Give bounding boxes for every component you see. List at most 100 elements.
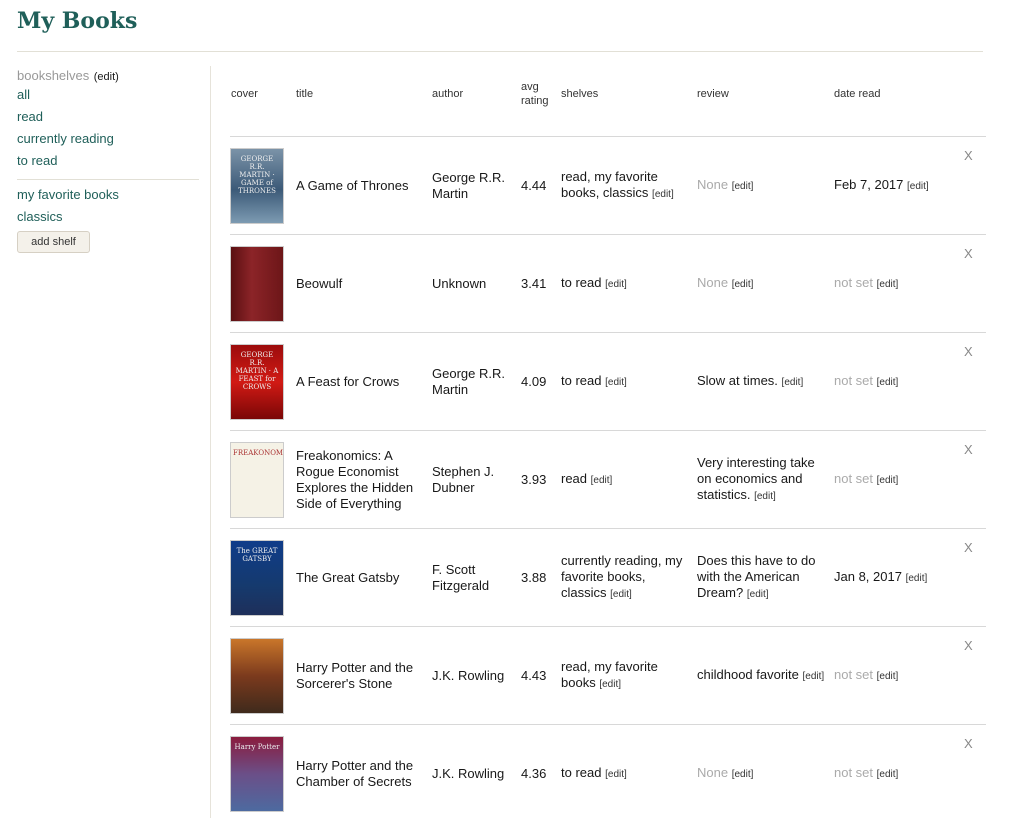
column-header-avg-rating[interactable]: avg rating <box>521 80 561 108</box>
avg-rating-cell: 3.93 <box>521 431 557 528</box>
edit-shelves-button[interactable]: [edit] <box>605 769 627 780</box>
column-header-cover[interactable]: cover <box>231 87 258 101</box>
game-of-thrones-cover[interactable]: GEORGE R.R. MARTIN · GAME of THRONES <box>230 147 284 224</box>
remove-book-button[interactable]: X <box>964 148 973 163</box>
date-read-value: not set <box>834 372 874 388</box>
title-cell: Beowulf <box>296 235 424 332</box>
cover-text: The GREAT GATSBY <box>236 546 278 563</box>
remove-book-button[interactable]: X <box>964 246 973 261</box>
book-author-link[interactable]: J.K. Rowling <box>432 766 504 782</box>
edit-shelves-link[interactable]: (edit) <box>94 71 119 83</box>
edit-date-button[interactable]: [edit] <box>877 475 899 486</box>
date-read-cell: not set [edit] <box>834 725 952 818</box>
edit-shelves-button[interactable]: [edit] <box>599 679 621 690</box>
page-title: My Books <box>17 8 138 34</box>
cover-cell: FREAKONOMICS <box>230 431 286 528</box>
harry-potter-chamber-of-secrets-cover[interactable]: Harry Potter <box>230 735 284 812</box>
date-read-value: Jan 8, 2017 <box>834 568 902 584</box>
title-cell: The Great Gatsby <box>296 529 424 626</box>
add-shelf-button[interactable]: add shelf <box>17 231 90 253</box>
edit-shelves-button[interactable]: [edit] <box>605 279 627 290</box>
remove-book-button[interactable]: X <box>964 442 973 457</box>
cover-text: GEORGE R.R. MARTIN · A FEAST for CROWS <box>235 350 279 391</box>
column-header-author[interactable]: author <box>432 87 463 101</box>
avg-rating-cell: 4.09 <box>521 333 557 430</box>
avg-rating-value: 4.44 <box>521 177 547 193</box>
remove-book-button[interactable]: X <box>964 540 973 555</box>
review-cell: Does this have to do with the American D… <box>697 529 825 626</box>
column-header-title[interactable]: title <box>296 87 313 101</box>
date-read-cell: not set [edit] <box>834 333 952 430</box>
table-row: Harry Potter Harry Potter and the Chambe… <box>230 725 986 818</box>
feast-for-crows-cover[interactable]: GEORGE R.R. MARTIN · A FEAST for CROWS <box>230 343 284 420</box>
edit-review-button[interactable]: [edit] <box>732 279 754 290</box>
avg-rating-cell: 3.41 <box>521 235 557 332</box>
remove-book-button[interactable]: X <box>964 736 973 751</box>
book-author-link[interactable]: Stephen J. Dubner <box>432 464 516 496</box>
edit-shelves-button[interactable]: [edit] <box>605 377 627 388</box>
edit-shelves-button[interactable]: [edit] <box>610 589 632 600</box>
remove-book-button[interactable]: X <box>964 344 973 359</box>
cover-text: FREAKONOMICS <box>233 448 284 457</box>
column-header-shelves[interactable]: shelves <box>561 87 598 101</box>
freakonomics-cover[interactable]: FREAKONOMICS <box>230 441 284 518</box>
book-title-link[interactable]: Beowulf <box>296 276 342 292</box>
book-title-link[interactable]: Harry Potter and the Sorcerer's Stone <box>296 660 424 692</box>
edit-review-button[interactable]: [edit] <box>782 377 804 388</box>
avg-rating-value: 4.09 <box>521 373 547 389</box>
book-title-link[interactable]: A Game of Thrones <box>296 178 409 194</box>
shelf-link-all[interactable]: all <box>17 84 199 106</box>
book-title-link[interactable]: Freakonomics: A Rogue Economist Explores… <box>296 448 424 512</box>
avg-rating-cell: 4.43 <box>521 627 557 724</box>
column-header-review[interactable]: review <box>697 87 729 101</box>
edit-date-button[interactable]: [edit] <box>877 769 899 780</box>
author-cell: J.K. Rowling <box>432 627 516 724</box>
beowulf-cover[interactable] <box>230 245 284 322</box>
edit-review-button[interactable]: [edit] <box>732 181 754 192</box>
avg-rating-value: 3.41 <box>521 275 547 291</box>
shelf-link-classics[interactable]: classics <box>17 206 199 228</box>
edit-shelves-button[interactable]: [edit] <box>591 475 613 486</box>
cover-cell <box>230 627 286 724</box>
shelf-link-currently-reading[interactable]: currently reading <box>17 128 199 150</box>
edit-date-button[interactable]: [edit] <box>877 671 899 682</box>
book-title-link[interactable]: The Great Gatsby <box>296 570 399 586</box>
edit-review-button[interactable]: [edit] <box>732 769 754 780</box>
edit-date-button[interactable]: [edit] <box>877 279 899 290</box>
book-author-link[interactable]: J.K. Rowling <box>432 668 504 684</box>
great-gatsby-cover[interactable]: The GREAT GATSBY <box>230 539 284 616</box>
date-read-cell: not set [edit] <box>834 627 952 724</box>
edit-date-button[interactable]: [edit] <box>906 573 928 584</box>
book-title-link[interactable]: Harry Potter and the Chamber of Secrets <box>296 758 424 790</box>
book-author-link[interactable]: Unknown <box>432 276 486 292</box>
shelf-link-to-read[interactable]: to read <box>17 150 199 172</box>
book-author-link[interactable]: George R.R. Martin <box>432 170 516 202</box>
review-cell: None [edit] <box>697 137 825 234</box>
cover-cell <box>230 235 286 332</box>
shelf-link-read[interactable]: read <box>17 106 199 128</box>
shelf-link-my-favorite-books[interactable]: my favorite books <box>17 184 199 206</box>
edit-review-button[interactable]: [edit] <box>747 589 769 600</box>
shelves-value: to read <box>561 764 602 780</box>
edit-review-button[interactable]: [edit] <box>754 491 776 502</box>
title-cell: Freakonomics: A Rogue Economist Explores… <box>296 431 424 528</box>
edit-review-button[interactable]: [edit] <box>803 671 825 682</box>
title-cell: Harry Potter and the Sorcerer's Stone <box>296 627 424 724</box>
book-title-link[interactable]: A Feast for Crows <box>296 374 399 390</box>
shelves-cell: to read [edit] <box>561 725 689 818</box>
harry-potter-sorcerers-stone-cover[interactable] <box>230 637 284 714</box>
remove-book-button[interactable]: X <box>964 638 973 653</box>
edit-date-button[interactable]: [edit] <box>877 377 899 388</box>
table-row: The GREAT GATSBY The Great Gatsby F. Sco… <box>230 529 986 627</box>
edit-date-button[interactable]: [edit] <box>907 181 929 192</box>
date-read-cell: Feb 7, 2017 [edit] <box>834 137 952 234</box>
book-author-link[interactable]: F. Scott Fitzgerald <box>432 562 516 594</box>
edit-shelves-button[interactable]: [edit] <box>652 189 674 200</box>
column-header-date-read[interactable]: date read <box>834 87 880 101</box>
title-cell: Harry Potter and the Chamber of Secrets <box>296 725 424 818</box>
shelves-value: read, my favorite books, classics <box>561 168 658 200</box>
review-cell: childhood favorite [edit] <box>697 627 825 724</box>
cover-cell: GEORGE R.R. MARTIN · GAME of THRONES <box>230 137 286 234</box>
book-author-link[interactable]: George R.R. Martin <box>432 366 516 398</box>
shelves-value: to read <box>561 274 602 290</box>
